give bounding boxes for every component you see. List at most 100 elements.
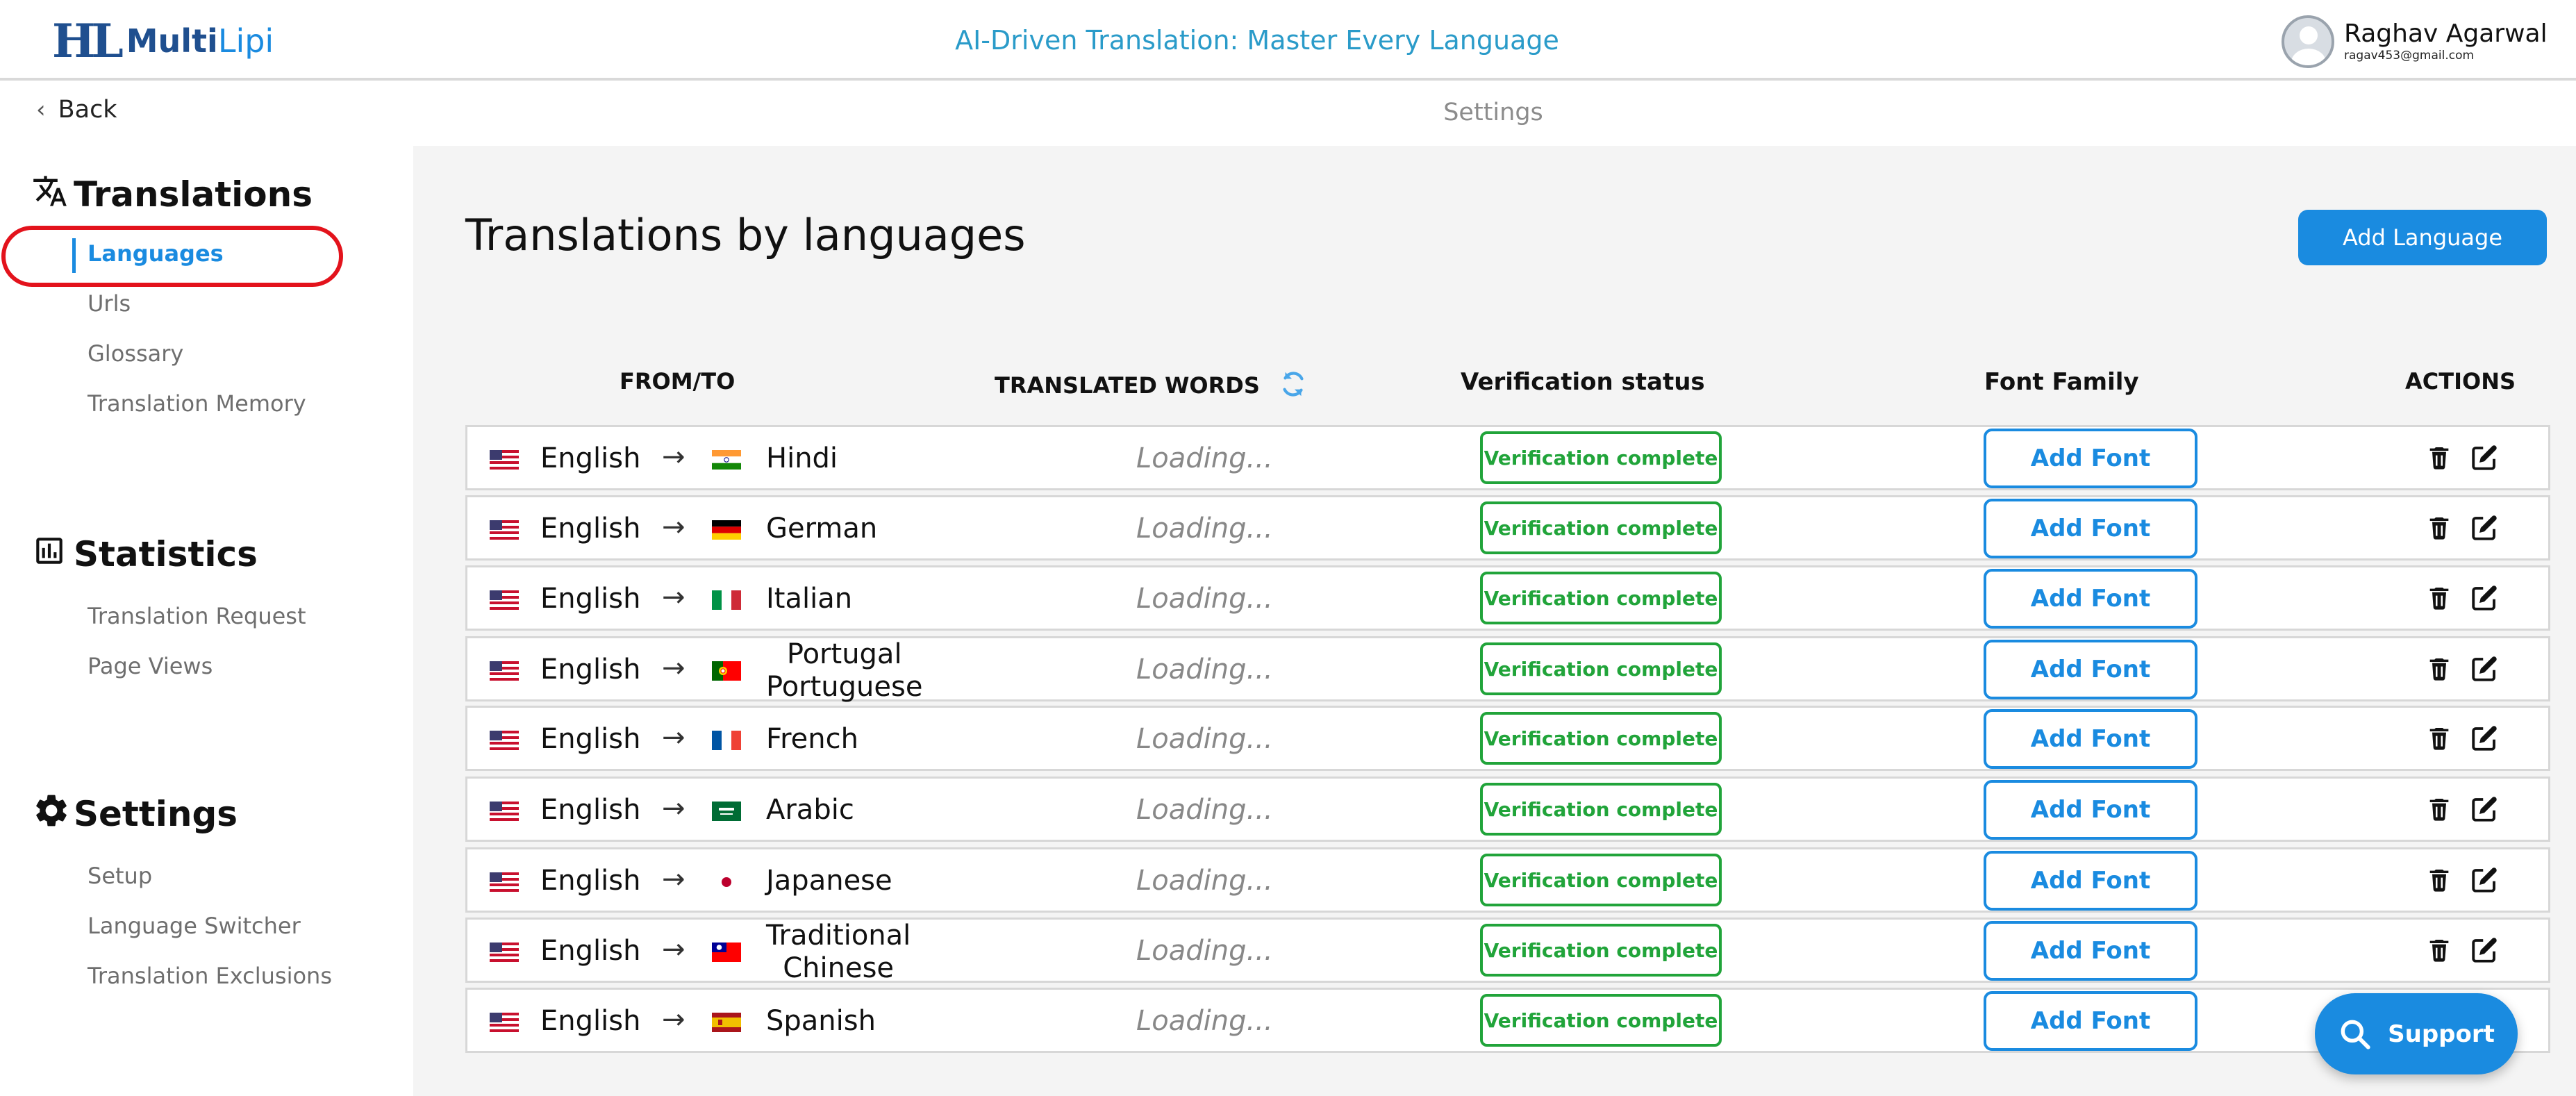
add-font-button[interactable]: Add Font <box>1984 851 2197 911</box>
column-header-verification-status: Verification status <box>1461 368 1705 396</box>
arrow-right-icon: → <box>662 863 685 895</box>
arrow-right-icon: → <box>662 652 685 684</box>
sidebar-item-urls[interactable]: Urls <box>88 290 131 317</box>
add-font-button[interactable]: Add Font <box>1984 780 2197 840</box>
flag-us-icon <box>490 590 519 610</box>
edit-icon[interactable] <box>2470 723 2499 755</box>
sidebar-item-languages[interactable]: Languages <box>88 240 224 267</box>
source-language: English <box>540 935 641 967</box>
table-row: English → Spanish Loading... Verification co… <box>465 988 2550 1053</box>
chevron-left-icon: ‹ <box>36 96 46 124</box>
avatar[interactable] <box>2282 15 2334 68</box>
trash-icon[interactable] <box>2425 794 2454 826</box>
sidebar-item-page-views[interactable]: Page Views <box>88 653 213 679</box>
table-row: English → Japanese Loading... Verification c… <box>465 847 2550 913</box>
add-font-button[interactable]: Add Font <box>1984 499 2197 558</box>
source-language: English <box>540 442 641 474</box>
user-email: ragav453@gmail.com <box>2344 49 2475 63</box>
target-flag-icon <box>712 943 741 962</box>
back-link[interactable]: ‹ Back <box>36 96 117 124</box>
edit-icon[interactable] <box>2470 442 2499 474</box>
arrow-right-icon: → <box>662 1004 685 1036</box>
add-font-button[interactable]: Add Font <box>1984 991 2197 1051</box>
sidebar-item-translation-memory[interactable]: Translation Memory <box>88 390 306 417</box>
bar-chart-icon <box>32 533 74 576</box>
translated-words-value: Loading... <box>1136 723 1273 755</box>
back-label: Back <box>58 96 117 124</box>
support-label: Support <box>2388 1020 2495 1048</box>
add-font-button[interactable]: Add Font <box>1984 709 2197 769</box>
source-language: English <box>540 654 641 686</box>
sidebar-item-translation-exclusions[interactable]: Translation Exclusions <box>88 963 332 989</box>
table-row: English → German Loading... Verification com… <box>465 495 2550 561</box>
sidebar-item-translation-request[interactable]: Translation Request <box>88 603 306 629</box>
sidebar-item-language-switcher[interactable]: Language Switcher <box>88 913 301 939</box>
verification-status-badge: Verification complete <box>1480 431 1722 484</box>
edit-icon[interactable] <box>2470 794 2499 826</box>
add-font-button[interactable]: Add Font <box>1984 640 2197 699</box>
trash-icon[interactable] <box>2425 583 2454 615</box>
sidebar-section-settings: Settings <box>32 793 238 835</box>
source-language: English <box>540 1005 641 1037</box>
support-button[interactable]: Support <box>2315 993 2518 1074</box>
section-title-translations: Translations <box>74 174 313 215</box>
edit-icon[interactable] <box>2470 935 2499 967</box>
add-language-button[interactable]: Add Language <box>2298 210 2547 265</box>
logo-text: MultiLipi <box>126 22 274 60</box>
target-flag-icon <box>712 731 741 750</box>
add-font-button[interactable]: Add Font <box>1984 569 2197 629</box>
source-language: English <box>540 865 641 897</box>
add-font-button[interactable]: Add Font <box>1984 429 2197 488</box>
add-font-button[interactable]: Add Font <box>1984 921 2197 981</box>
trash-icon[interactable] <box>2425 442 2454 474</box>
flag-us-icon <box>490 450 519 470</box>
active-indicator <box>72 238 76 273</box>
target-language: French <box>766 723 858 755</box>
refresh-icon[interactable] <box>1277 368 1309 406</box>
table-row: English → Traditional Chinese Loading... Veri… <box>465 918 2550 984</box>
target-flag-icon <box>712 450 741 470</box>
target-language: Portugal Portuguese <box>766 638 923 703</box>
verification-status-badge: Verification complete <box>1480 712 1722 765</box>
target-language: Japanese <box>766 865 892 897</box>
column-header-from-to: FROM/TO <box>620 368 736 395</box>
edit-icon[interactable] <box>2470 513 2499 545</box>
gear-icon <box>32 791 74 838</box>
target-language: Spanish <box>766 1005 876 1037</box>
table-row: English → Portugal Portuguese Loading... Veri… <box>465 636 2550 703</box>
source-language: English <box>540 513 641 545</box>
verification-status-badge: Verification complete <box>1480 783 1722 836</box>
flag-us-icon <box>490 872 519 892</box>
translated-words-value: Loading... <box>1136 442 1273 474</box>
flag-us-icon <box>490 802 519 821</box>
flag-us-icon <box>490 731 519 750</box>
arrow-right-icon: → <box>662 581 685 613</box>
edit-icon[interactable] <box>2470 583 2499 615</box>
translated-words-value: Loading... <box>1136 935 1273 967</box>
trash-icon[interactable] <box>2425 513 2454 545</box>
sidebar: Translations Languages Urls Glossary Tra… <box>0 146 413 1096</box>
target-flag-icon <box>712 590 741 610</box>
target-language: German <box>766 513 878 545</box>
arrow-right-icon: → <box>662 511 685 543</box>
edit-icon[interactable] <box>2470 654 2499 686</box>
edit-icon[interactable] <box>2470 865 2499 897</box>
trash-icon[interactable] <box>2425 723 2454 755</box>
target-language: Traditional Chinese <box>766 920 911 984</box>
section-title-statistics: Statistics <box>74 534 258 574</box>
arrow-right-icon: → <box>662 722 685 754</box>
sidebar-item-glossary[interactable]: Glossary <box>88 340 183 367</box>
multilipi-logo[interactable]: HL MultiLipi <box>52 14 274 68</box>
target-flag-icon <box>712 520 741 540</box>
user-profile[interactable]: Raghav Agarwal ragav453@gmail.com <box>2282 15 2548 68</box>
trash-icon[interactable] <box>2425 935 2454 967</box>
sidebar-item-setup[interactable]: Setup <box>88 863 152 889</box>
table-row: English → Arabic Loading... Verification com… <box>465 777 2550 842</box>
translated-words-value: Loading... <box>1136 794 1273 826</box>
trash-icon[interactable] <box>2425 654 2454 686</box>
main-content: Translations by languages Add Language F… <box>413 146 2576 1096</box>
trash-icon[interactable] <box>2425 865 2454 897</box>
column-header-font-family: Font Family <box>1984 368 2139 396</box>
translated-words-value: Loading... <box>1136 583 1273 615</box>
arrow-right-icon: → <box>662 792 685 824</box>
